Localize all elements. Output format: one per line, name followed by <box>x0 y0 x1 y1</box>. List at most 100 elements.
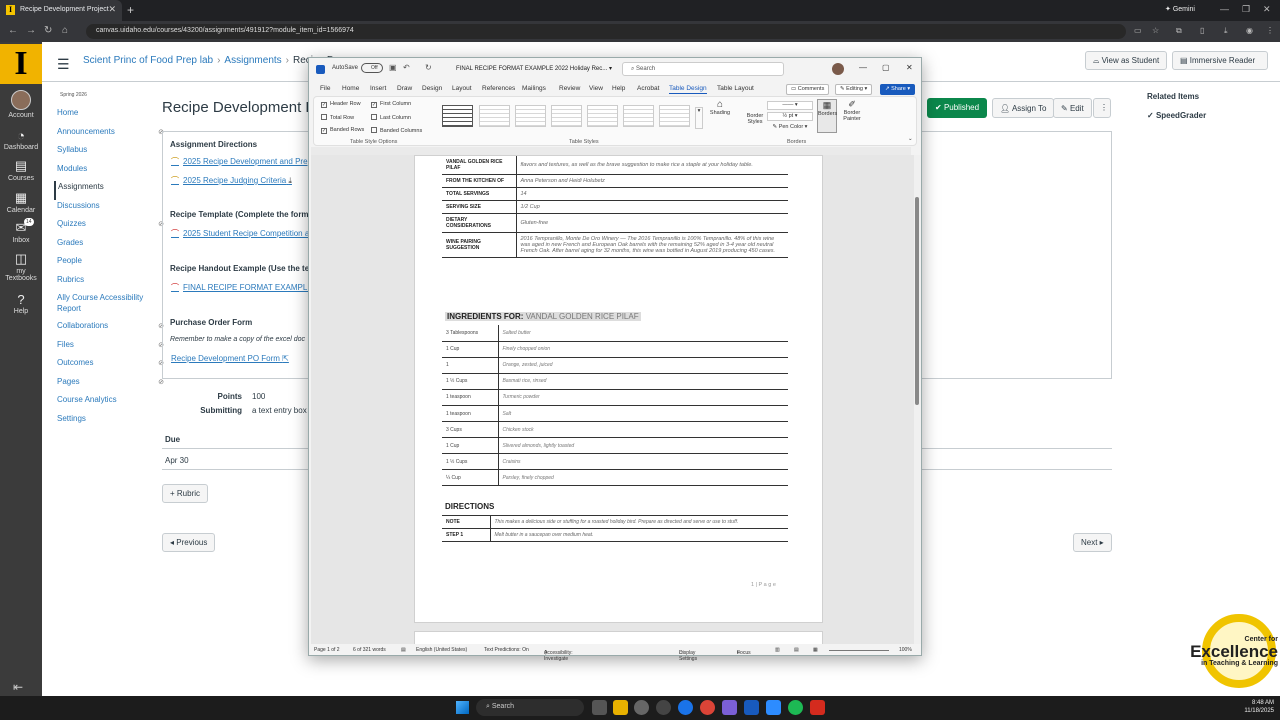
recipe-development-link[interactable]: ⌒ 2025 Recipe Development and Pre <box>171 156 308 167</box>
ingredients-heading[interactable]: INGREDIENTS FOR: VANDAL GOLDEN RICE PILA… <box>445 312 641 321</box>
chrome-icon[interactable] <box>700 700 715 715</box>
assign-to-button[interactable]: 👤︎ Assign To <box>992 98 1055 118</box>
file-explorer-icon[interactable] <box>613 700 628 715</box>
course-nav-quizzes[interactable]: Quizzes ⊘ <box>54 218 169 237</box>
edge-icon[interactable] <box>678 700 693 715</box>
word-user-avatar[interactable] <box>832 63 844 75</box>
nav-account[interactable]: Account <box>0 90 42 119</box>
table-style-4[interactable] <box>551 105 582 127</box>
table-row[interactable]: 1 Cup Finely chopped onion <box>442 341 788 358</box>
comments-button[interactable]: ▭ Comments <box>786 84 830 95</box>
table-row[interactable]: NOTE This makes a delicious side or stuff… <box>442 515 788 529</box>
table-row[interactable]: FROM THE KITCHEN OF Anna Peterson and Hei… <box>442 174 788 188</box>
immersive-reader-button[interactable]: ▤ Immersive Reader <box>1172 51 1268 70</box>
close-window-icon[interactable]: ✕ <box>1263 4 1271 15</box>
document-page[interactable]: VANDAL GOLDEN RICE PILAF flavors and text… <box>414 155 823 623</box>
banded-columns-checkbox[interactable]: Banded Columns <box>371 127 422 134</box>
next-button[interactable]: Next ▸ <box>1073 533 1112 552</box>
nav-inbox[interactable]: ✉ 14 Inbox <box>0 218 42 244</box>
save-icon[interactable]: ▣ <box>389 63 397 72</box>
tab-mailings[interactable]: Mailings <box>522 85 546 92</box>
shading-button[interactable]: ⌂ Shading <box>707 99 733 116</box>
speedgrader-link[interactable]: ✓ SpeedGrader <box>1147 111 1206 120</box>
zoom-level[interactable]: 100% <box>899 647 912 653</box>
tab-file[interactable]: File <box>320 85 330 92</box>
tab-draw[interactable]: Draw <box>397 85 412 92</box>
tab-insert[interactable]: Insert <box>370 85 386 92</box>
taskbar-clock[interactable]: 8:48 AM 11/18/2025 <box>1238 699 1274 715</box>
document-title[interactable]: FINAL RECIPE FORMAT EXAMPLE 2022 Holiday… <box>456 65 612 72</box>
teams-icon[interactable] <box>722 700 737 715</box>
table-style-3[interactable] <box>515 105 546 127</box>
competition-template-link[interactable]: ⌒ 2025 Student Recipe Competition a <box>171 228 309 239</box>
word-taskbar-icon[interactable] <box>744 700 759 715</box>
breadcrumb-course[interactable]: Scient Princ of Food Prep lab <box>83 55 213 66</box>
tab-view[interactable]: View <box>589 85 603 92</box>
back-icon[interactable]: ← <box>8 25 18 36</box>
course-nav-home[interactable]: Home <box>54 107 169 126</box>
total-row-checkbox[interactable]: Total Row <box>321 114 354 121</box>
border-painter-button[interactable]: ✐ Border Painter <box>839 99 865 122</box>
course-nav-settings[interactable]: Settings <box>54 413 169 432</box>
final-recipe-format-link[interactable]: ⌒ FINAL RECIPE FORMAT EXAMPLE <box>171 282 313 293</box>
word-maximize-icon[interactable]: ▢ <box>882 63 890 72</box>
tab-home[interactable]: Home <box>342 85 359 92</box>
task-view-icon[interactable] <box>592 700 607 715</box>
browser-tab[interactable]: I Recipe Development Project ✕ <box>0 0 122 21</box>
editing-button[interactable]: ✎ Editing ▾ <box>835 84 873 95</box>
table-row[interactable]: 1 Orange, zested, juiced <box>442 357 788 374</box>
first-column-checkbox[interactable]: ✓ First Column <box>371 101 411 108</box>
pen-weight-dropdown[interactable]: ½ pt ▾ <box>767 112 813 121</box>
table-row[interactable]: 1 teaspoon Turmeric powder <box>442 389 788 406</box>
table-style-7[interactable] <box>659 105 690 127</box>
vertical-scrollbar[interactable] <box>914 155 921 644</box>
ingredients-table[interactable]: 3 Tablespoons Salted butter 1 Cup Finely c… <box>442 325 788 487</box>
horizontal-ruler[interactable] <box>311 147 911 155</box>
word-close-icon[interactable]: ✕ <box>906 63 913 72</box>
nav-textbooks[interactable]: ◫ my Textbooks <box>0 251 42 282</box>
zoom-app-icon[interactable] <box>766 700 781 715</box>
pen-color-button[interactable]: ✎ Pen Color ▾ <box>767 124 813 130</box>
directions-heading[interactable]: DIRECTIONS <box>445 502 494 511</box>
tab-references[interactable]: References <box>482 85 515 92</box>
menu-icon[interactable]: ⋮ <box>1266 26 1274 35</box>
more-options-button[interactable]: ⋮ <box>1093 98 1111 118</box>
course-nav-syllabus[interactable]: Syllabus <box>54 144 169 163</box>
breadcrumb-assignments[interactable]: Assignments <box>224 55 281 66</box>
table-row[interactable]: 1 ½ Cups Craisins <box>442 453 788 471</box>
autosave-toggle[interactable]: Off <box>361 63 383 73</box>
table-style-1[interactable] <box>442 105 473 127</box>
forward-icon[interactable]: → <box>26 25 36 36</box>
tab-layout[interactable]: Layout <box>452 85 472 92</box>
tab-design[interactable]: Design <box>422 85 442 92</box>
table-row[interactable]: DIETARY CONSIDERATIONS Gluten-free <box>442 213 788 233</box>
collapse-ribbon-icon[interactable]: ⌄ <box>908 136 913 142</box>
banded-rows-checkbox[interactable]: ✓ Banded Rows <box>321 127 364 134</box>
zoom-slider[interactable] <box>829 650 889 651</box>
course-nav-discussions[interactable]: Discussions <box>54 200 169 219</box>
web-layout-icon[interactable]: ▦ <box>813 647 818 653</box>
language-status[interactable]: English (United States) <box>416 647 467 653</box>
line-style-dropdown[interactable]: ―― ▾ <box>767 101 813 110</box>
borders-button[interactable]: ▦ Borders <box>817 99 837 133</box>
course-nav-grades[interactable]: Grades <box>54 237 169 256</box>
recipe-info-table[interactable]: VANDAL GOLDEN RICE PILAF flavors and text… <box>442 156 788 258</box>
home-icon[interactable]: ⌂ <box>62 25 68 36</box>
word-minimize-icon[interactable]: — <box>859 63 867 72</box>
cast-icon[interactable]: ▭ <box>1134 26 1142 35</box>
gemini-button[interactable]: ✦ Gemini <box>1165 5 1195 13</box>
extensions-icon[interactable]: ⧉ <box>1176 26 1182 36</box>
course-nav-rubrics[interactable]: Rubrics <box>54 274 169 293</box>
styles-more-icon[interactable]: ▾ <box>695 107 703 129</box>
table-style-2[interactable] <box>479 105 510 127</box>
table-row[interactable]: 3 Cups Chicken stock <box>442 421 788 439</box>
tab-table-design[interactable]: Table Design <box>669 85 707 94</box>
share-button[interactable]: ↗ Share ▾ <box>880 84 916 95</box>
taskbar-search[interactable]: ⌕ Search <box>476 699 584 716</box>
undo-icon[interactable]: ↶ <box>403 63 410 72</box>
view-as-student-button[interactable]: ⌓ View as Student <box>1085 51 1168 70</box>
hamburger-menu-icon[interactable]: ☰ <box>57 56 70 73</box>
read-mode-icon[interactable]: ▥ <box>775 647 780 653</box>
tab-help[interactable]: Help <box>612 85 625 92</box>
settings-icon[interactable] <box>634 700 649 715</box>
